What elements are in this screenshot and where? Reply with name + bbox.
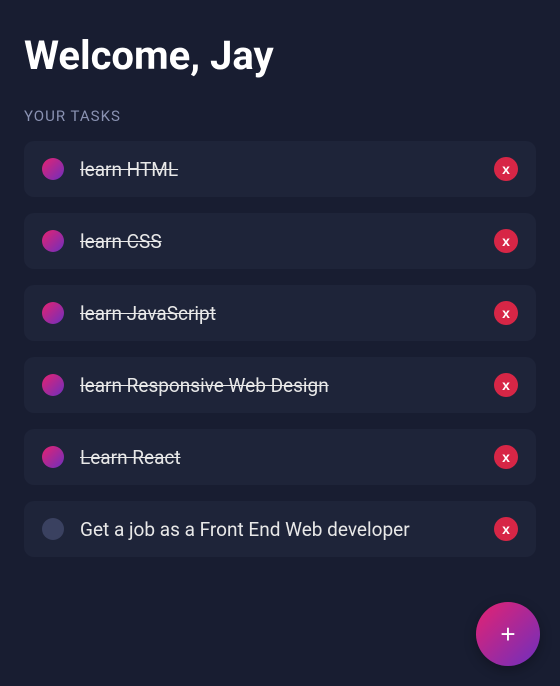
status-dot-icon[interactable] (42, 302, 64, 324)
task-row: learn HTML x (24, 141, 536, 197)
delete-button[interactable]: x (494, 517, 518, 541)
delete-button[interactable]: x (494, 301, 518, 325)
status-dot-icon[interactable] (42, 446, 64, 468)
task-row: learn Responsive Web Design x (24, 357, 536, 413)
task-text: Get a job as a Front End Web developer (80, 518, 478, 541)
task-text: learn HTML (80, 158, 478, 181)
page-title: Welcome, Jay (24, 32, 536, 79)
task-text: learn Responsive Web Design (80, 374, 478, 397)
task-row: learn CSS x (24, 213, 536, 269)
task-text: learn CSS (80, 230, 478, 253)
task-text: Learn React (80, 446, 478, 469)
delete-button[interactable]: x (494, 445, 518, 469)
task-row: Learn React x (24, 429, 536, 485)
delete-button[interactable]: x (494, 373, 518, 397)
task-row: learn JavaScript x (24, 285, 536, 341)
task-text: learn JavaScript (80, 302, 478, 325)
delete-button[interactable]: x (494, 229, 518, 253)
status-dot-icon[interactable] (42, 158, 64, 180)
task-row: Get a job as a Front End Web developer x (24, 501, 536, 557)
task-list: learn HTML x learn CSS x learn JavaScrip… (24, 141, 536, 557)
status-dot-icon[interactable] (42, 518, 64, 540)
status-dot-icon[interactable] (42, 230, 64, 252)
status-dot-icon[interactable] (42, 374, 64, 396)
add-task-button[interactable]: + (476, 602, 540, 666)
section-label: YOUR TASKS (24, 107, 536, 125)
delete-button[interactable]: x (494, 157, 518, 181)
